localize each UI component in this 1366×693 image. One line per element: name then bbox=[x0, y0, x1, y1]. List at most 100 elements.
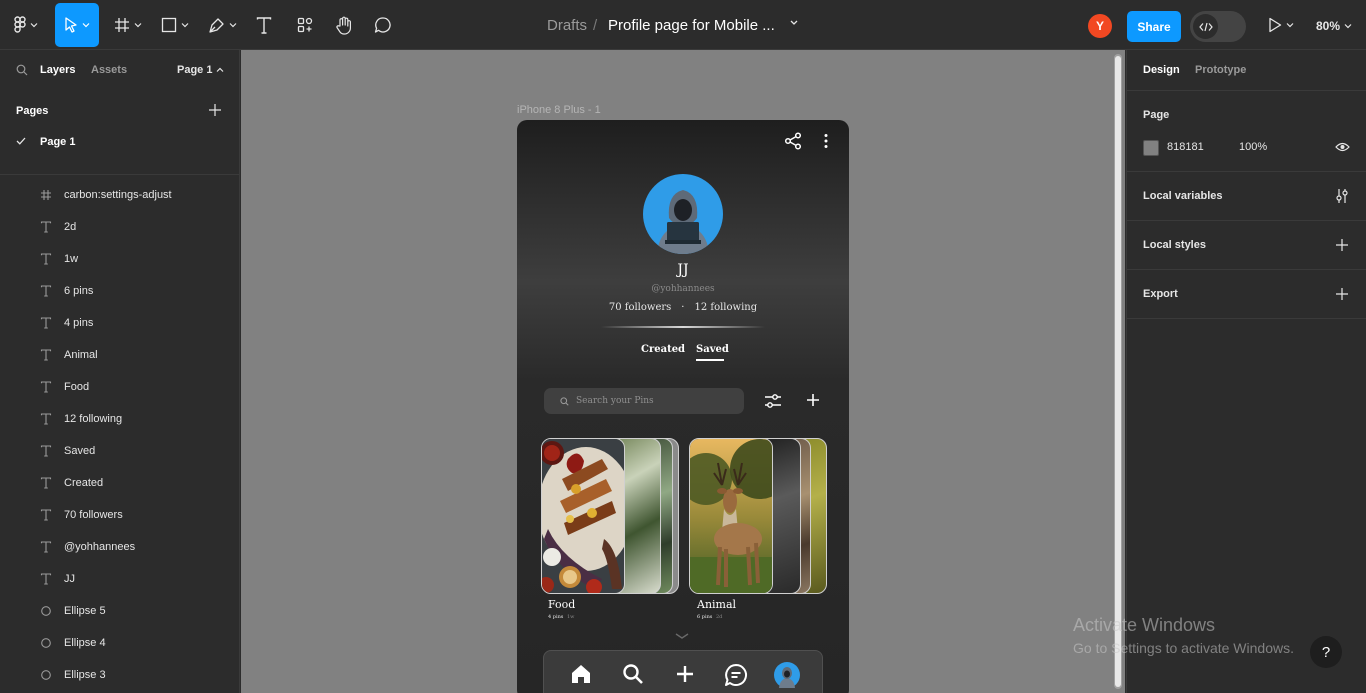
layer-row[interactable]: 6 pins bbox=[0, 275, 240, 307]
home-icon[interactable] bbox=[570, 663, 592, 685]
page-color-swatch[interactable] bbox=[1143, 140, 1159, 156]
layer-row[interactable]: 1w bbox=[0, 243, 240, 275]
panel-divider bbox=[1127, 220, 1366, 221]
layer-row[interactable]: 4 pins bbox=[0, 307, 240, 339]
zoom-menu[interactable]: 80% bbox=[1316, 19, 1352, 33]
layers-panel: Layers Assets Page 1 Pages Page 1 carbon… bbox=[0, 50, 240, 693]
left-panel-tabs: Layers Assets Page 1 bbox=[0, 50, 240, 90]
layer-row[interactable]: 2d bbox=[0, 211, 240, 243]
ellipse-icon bbox=[40, 637, 64, 649]
tab-layers[interactable]: Layers bbox=[40, 64, 75, 76]
frame-label[interactable]: iPhone 8 Plus - 1 bbox=[517, 104, 601, 116]
layer-row[interactable]: Saved bbox=[0, 435, 240, 467]
windows-activation-title: Activate Windows bbox=[1073, 615, 1216, 635]
hand-tool-button[interactable] bbox=[332, 3, 356, 47]
design-canvas[interactable]: iPhone 8 Plus - 1 JJ @yohhannees 70 foll… bbox=[241, 50, 1125, 693]
present-button[interactable] bbox=[1268, 17, 1294, 33]
local-styles-title[interactable]: Local styles bbox=[1143, 239, 1206, 251]
board-title-animal[interactable]: Animal bbox=[697, 598, 736, 611]
share-button[interactable]: Share bbox=[1127, 11, 1181, 42]
shape-tool-button[interactable] bbox=[157, 3, 193, 47]
export-title[interactable]: Export bbox=[1143, 288, 1178, 300]
tab-prototype[interactable]: Prototype bbox=[1195, 64, 1246, 76]
add-page-plus-icon[interactable] bbox=[208, 103, 222, 117]
followers-count[interactable]: 70 followers bbox=[609, 302, 671, 313]
frame-tool-button[interactable] bbox=[110, 3, 146, 47]
layer-label: Saved bbox=[64, 445, 96, 457]
layer-row[interactable]: Food bbox=[0, 371, 240, 403]
board-animal[interactable] bbox=[689, 438, 827, 594]
pin-card-deer bbox=[689, 438, 773, 594]
page-selector[interactable]: Page 1 bbox=[177, 64, 224, 76]
search-icon[interactable] bbox=[622, 663, 644, 685]
file-menu-chevron-icon[interactable] bbox=[789, 19, 799, 27]
layer-row[interactable]: Ellipse 3 bbox=[0, 659, 240, 691]
layer-row[interactable]: carbon:settings-adjust bbox=[0, 179, 240, 211]
move-tool-button[interactable] bbox=[55, 3, 99, 47]
resources-tool-button[interactable] bbox=[293, 3, 317, 47]
layer-row[interactable]: Ellipse 4 bbox=[0, 627, 240, 659]
board-food[interactable] bbox=[541, 438, 679, 594]
page-color-hex[interactable]: 818181 bbox=[1167, 141, 1204, 153]
pages-title: Pages bbox=[16, 105, 49, 117]
more-vertical-icon[interactable] bbox=[823, 132, 829, 150]
share-icon[interactable] bbox=[784, 132, 802, 150]
check-icon bbox=[16, 136, 40, 148]
text-icon bbox=[40, 317, 64, 329]
messages-icon[interactable] bbox=[724, 663, 748, 687]
pins-search-input[interactable]: Search your Pins bbox=[544, 388, 744, 414]
pen-tool-button[interactable] bbox=[203, 3, 241, 47]
text-icon bbox=[40, 349, 64, 361]
layer-row[interactable]: 70 followers bbox=[0, 499, 240, 531]
phone-frame[interactable]: JJ @yohhannees 70 followers · 12 followi… bbox=[517, 120, 849, 693]
comment-tool-button[interactable] bbox=[371, 3, 395, 47]
components-icon bbox=[297, 17, 313, 33]
breadcrumb-separator: / bbox=[593, 17, 598, 34]
add-pin-plus-icon[interactable] bbox=[674, 663, 696, 685]
tab-saved[interactable]: Saved bbox=[696, 344, 729, 355]
layer-row[interactable]: Ellipse 5 bbox=[0, 595, 240, 627]
layer-label: carbon:settings-adjust bbox=[64, 189, 172, 201]
profile-divider bbox=[601, 326, 765, 328]
figma-logo-icon bbox=[14, 16, 26, 33]
tab-design[interactable]: Design bbox=[1143, 64, 1180, 76]
following-count[interactable]: 12 following bbox=[694, 302, 757, 313]
dev-mode-toggle[interactable] bbox=[1190, 11, 1246, 42]
add-style-plus-icon[interactable] bbox=[1335, 238, 1349, 252]
tab-assets[interactable]: Assets bbox=[91, 64, 127, 76]
text-icon bbox=[40, 413, 64, 425]
variables-adjust-icon[interactable] bbox=[1335, 188, 1349, 204]
canvas-scrollbar-thumb[interactable] bbox=[1115, 56, 1121, 687]
chevron-down-icon[interactable] bbox=[674, 632, 690, 640]
text-tool-button[interactable] bbox=[252, 3, 276, 47]
add-export-plus-icon[interactable] bbox=[1335, 287, 1349, 301]
file-name[interactable]: Profile page for Mobile ... bbox=[608, 17, 775, 34]
settings-adjust-icon[interactable] bbox=[764, 392, 782, 410]
board-title-food[interactable]: Food bbox=[548, 598, 575, 611]
add-plus-icon[interactable] bbox=[806, 393, 820, 407]
breadcrumb-drafts[interactable]: Drafts bbox=[547, 17, 587, 34]
chevron-down-icon bbox=[30, 23, 38, 28]
page-selector-label: Page 1 bbox=[177, 64, 213, 76]
layer-row[interactable]: 12 following bbox=[0, 403, 240, 435]
help-button[interactable]: ? bbox=[1310, 636, 1342, 668]
search-placeholder: Search your Pins bbox=[576, 396, 654, 406]
layer-row[interactable]: Created bbox=[0, 467, 240, 499]
profile-avatar-icon[interactable] bbox=[774, 662, 800, 688]
local-variables-title[interactable]: Local variables bbox=[1143, 190, 1223, 202]
layer-label: 12 following bbox=[64, 413, 123, 425]
layer-label: 4 pins bbox=[64, 317, 94, 329]
eye-visibility-icon[interactable] bbox=[1335, 140, 1350, 154]
layer-row[interactable]: JJ bbox=[0, 563, 240, 595]
layer-row[interactable]: @yohhannees bbox=[0, 531, 240, 563]
pen-icon bbox=[208, 17, 224, 33]
user-avatar[interactable]: Y bbox=[1088, 14, 1112, 38]
page-opacity[interactable]: 100% bbox=[1239, 141, 1267, 153]
page-item-page-1[interactable]: Page 1 bbox=[16, 136, 75, 148]
main-menu-button[interactable] bbox=[8, 3, 44, 47]
layer-row[interactable]: Animal bbox=[0, 339, 240, 371]
profile-avatar[interactable] bbox=[643, 174, 723, 254]
search-icon[interactable] bbox=[16, 64, 28, 76]
hand-icon bbox=[336, 16, 351, 35]
tab-created[interactable]: Created bbox=[641, 344, 685, 355]
